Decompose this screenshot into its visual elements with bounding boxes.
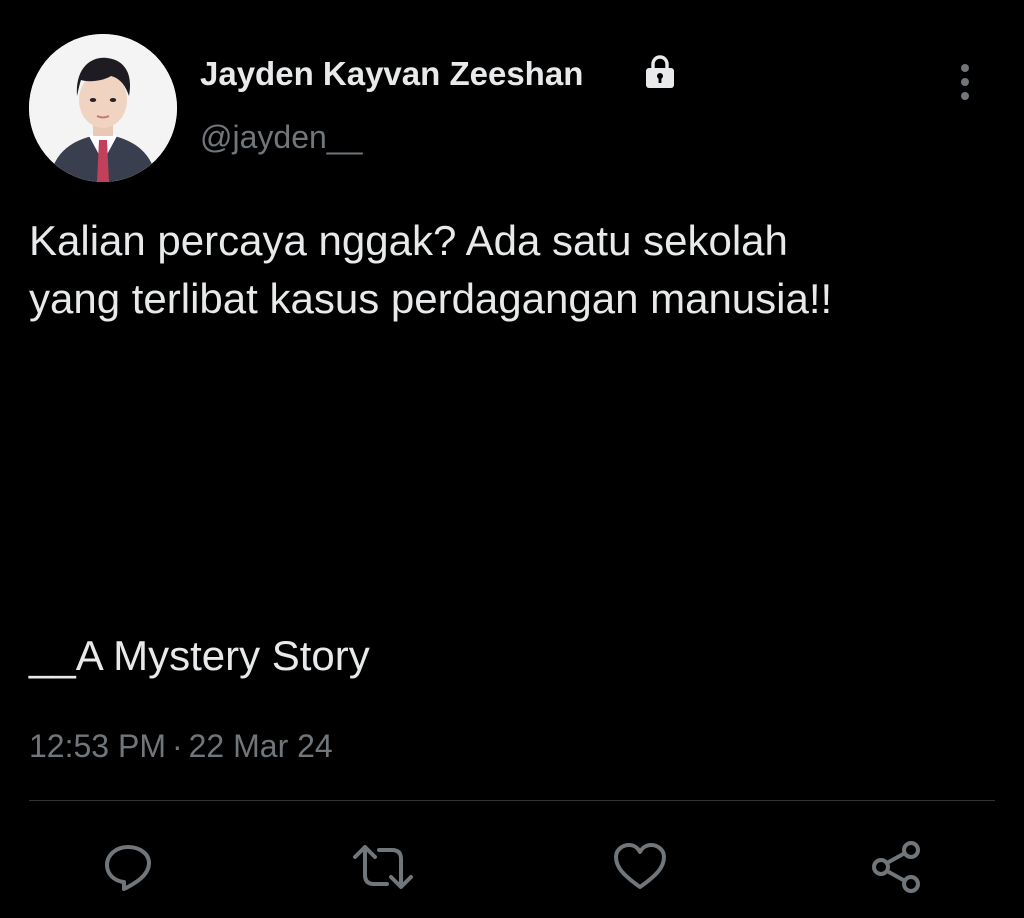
tweet-text-line: yang terlibat kasus perdagangan manusia!… <box>29 275 833 322</box>
tweet-timestamp[interactable]: 12:53 PM · 22 Mar 24 <box>29 726 333 766</box>
meta-separator: · <box>171 728 183 764</box>
tweet-time: 12:53 PM <box>29 728 166 764</box>
like-button[interactable] <box>608 835 672 899</box>
reply-icon <box>105 845 151 891</box>
divider <box>29 800 995 801</box>
retweet-icon <box>353 845 413 889</box>
lock-icon <box>646 55 674 88</box>
story-signature: __A Mystery Story <box>29 632 370 679</box>
reply-button[interactable] <box>96 835 160 899</box>
share-button[interactable] <box>864 835 928 899</box>
avatar[interactable] <box>29 34 177 182</box>
avatar-photo <box>29 34 177 182</box>
retweet-button[interactable] <box>351 835 415 899</box>
tweet-text-line: Kalian percaya nggak? Ada satu sekolah <box>29 217 788 264</box>
more-vertical-icon[interactable] <box>948 60 982 104</box>
action-bar <box>0 835 1024 905</box>
user-handle[interactable]: @jayden__ <box>200 118 362 156</box>
tweet-text: Kalian percaya nggak? Ada satu sekolah y… <box>29 212 1004 328</box>
display-name[interactable]: Jayden Kayvan Zeeshan <box>200 54 583 94</box>
share-icon <box>872 841 920 893</box>
tweet-date: 22 Mar 24 <box>188 728 333 764</box>
heart-icon <box>614 843 666 889</box>
